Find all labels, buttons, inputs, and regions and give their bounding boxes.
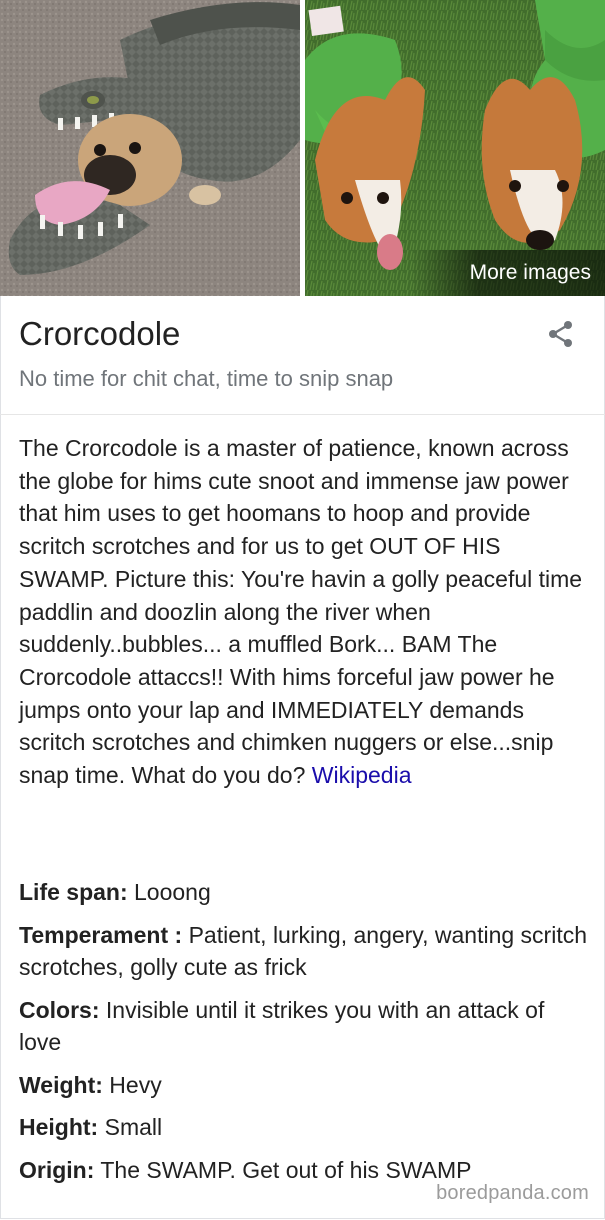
image-strip: More images <box>0 0 605 296</box>
pug-crocodile-costume-image[interactable] <box>0 0 300 296</box>
fact-label: Colors: <box>19 996 100 1023</box>
fact-label: Weight: <box>19 1071 103 1098</box>
facts-list: Life span: Looong Temperament : Patient,… <box>19 876 591 1196</box>
fact-label: Temperament : <box>19 921 183 948</box>
fact-value: The SWAMP. Get out of his SWAMP <box>100 1156 472 1183</box>
description: The Crorcodole is a master of patience, … <box>19 432 591 792</box>
description-text: The Crorcodole is a master of patience, … <box>19 435 583 789</box>
fact-colors: Colors: Invisible until it strikes you w… <box>19 994 591 1059</box>
fact-label: Height: <box>19 1114 99 1140</box>
wikipedia-link[interactable]: Wikipedia <box>312 762 412 788</box>
fact-value: Small <box>104 1114 163 1140</box>
divider <box>0 414 605 415</box>
corgis-crocodile-toys-image[interactable]: More images <box>305 0 605 296</box>
more-images-button[interactable]: More images <box>409 250 605 296</box>
fact-weight: Weight: Hevy <box>19 1069 591 1102</box>
fact-label: Life span: <box>19 879 128 905</box>
fact-value: Looong <box>134 879 211 905</box>
fact-temperament: Temperament : Patient, lurking, angery, … <box>19 919 591 984</box>
boredpanda-watermark: boredpanda.com <box>436 1182 589 1204</box>
panel-title: Crorcodole <box>19 315 181 352</box>
panel-subtitle: No time for chit chat, time to snip snap <box>19 366 394 391</box>
share-icon[interactable] <box>545 318 577 350</box>
fact-life-span: Life span: Looong <box>19 876 591 909</box>
fact-value: Hevy <box>109 1071 162 1098</box>
fact-label: Origin: <box>19 1156 95 1183</box>
fact-height: Height: Small <box>19 1111 591 1144</box>
